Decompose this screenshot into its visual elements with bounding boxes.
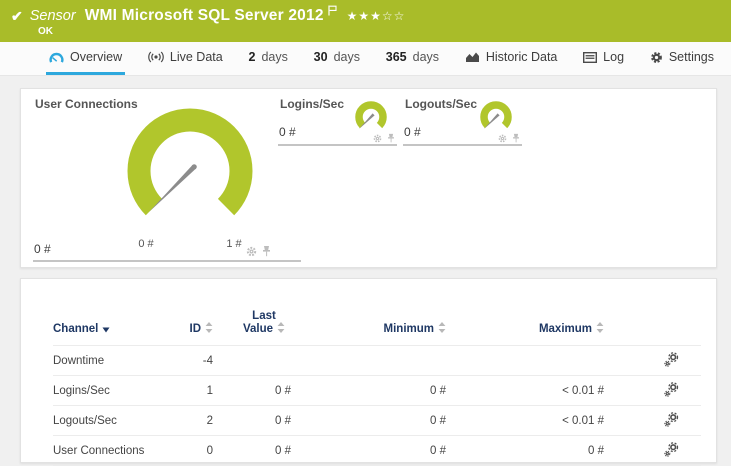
tab-log[interactable]: Log [580,42,627,75]
cell-last-value: 0 # [213,435,291,466]
cell-id: 0 [183,435,213,466]
table-header-row: Channel ID Last Value Minimum Maximum [53,279,701,346]
column-header-maximum[interactable]: Maximum [446,279,604,346]
gauge-scale-min: 0 # [138,238,154,250]
cell-minimum: 0 # [291,435,446,466]
channel-settings-gears-icon[interactable] [664,381,679,400]
cell-id: 2 [183,405,213,436]
gauge-gear-icon[interactable] [246,246,257,257]
tab-bar: Overview Live Data 2 days 30 days 365 da… [0,42,731,76]
channel-cell-logins[interactable]: Logins/Sec 0 # [278,94,397,146]
rating-stars-empty[interactable]: ☆☆ [382,9,406,23]
tab-365-days-unit: days [412,50,440,64]
table-row[interactable]: Logouts/Sec 2 0 # 0 # < 0.01 # [53,405,701,436]
channel-settings-gears-icon[interactable] [664,411,679,430]
gauge-pin-icon[interactable] [512,133,520,143]
object-kind-label: Sensor [29,8,76,24]
rating-stars-filled[interactable]: ★★★ [347,9,382,23]
tab-365-days[interactable]: 365 days [383,42,442,75]
cell-minimum: 0 # [291,405,446,436]
user-connections-gauge [127,108,253,216]
channel-cell-logouts[interactable]: Logouts/Sec 0 # [403,94,522,146]
flag-icon[interactable] [328,5,337,16]
sort-icon [205,322,213,336]
tab-settings-label: Settings [668,50,714,64]
cell-last-value: 0 # [213,375,291,406]
tab-2-days[interactable]: 2 days [246,42,291,75]
historic-chart-icon [465,51,480,63]
cell-minimum [291,345,446,376]
sort-icon [277,322,285,336]
cell-maximum: 0 # [446,435,604,466]
cell-last-value: 0 # [213,405,291,436]
gauge-last-value: 0 # [404,125,421,139]
gauge-icon [49,51,64,64]
logins-gauge [355,101,387,129]
tab-historic-data-label: Historic Data [485,50,558,64]
column-header-id[interactable]: ID [183,279,213,346]
tab-log-label: Log [603,50,625,64]
rating-stars[interactable]: ★★★☆☆ [347,9,406,23]
live-signal-icon [148,51,164,63]
cell-channel: User Connections [53,435,183,466]
cell-id: 1 [183,375,213,406]
log-list-icon [583,51,598,63]
channels-table: Channel ID Last Value Minimum Maximum Do… [53,279,701,466]
tab-settings[interactable]: Settings [647,42,717,75]
prtg-sensor-page: { "header": { "kind": "Sensor", "title":… [0,0,731,466]
gauge-pin-icon[interactable] [387,133,395,143]
column-header-minimum[interactable]: Minimum [291,279,446,346]
ok-check-icon: ✔ [11,8,23,24]
cell-id: -4 [183,345,213,376]
gauge-last-value: 0 # [279,125,296,139]
cell-maximum: < 0.01 # [446,375,604,406]
gauge-gear-icon[interactable] [498,134,507,143]
table-row[interactable]: User Connections 0 0 # 0 # 0 # [53,435,701,466]
cell-channel: Downtime [53,345,183,376]
cell-channel: Logouts/Sec [53,405,183,436]
table-row[interactable]: Logins/Sec 1 0 # 0 # < 0.01 # [53,375,701,406]
channel-settings-gears-icon[interactable] [664,351,679,370]
gauge-title: Logins/Sec [280,97,345,111]
logouts-gauge [480,101,512,129]
tab-2-days-unit: days [261,50,288,64]
tab-30-days-unit: days [333,50,360,64]
channel-cell-user-connections[interactable]: User Connections 0 # 1 # 0 # [33,94,301,262]
sort-icon [438,322,446,336]
cell-maximum [446,345,604,376]
tab-30-days[interactable]: 30 days [311,42,363,75]
table-row[interactable]: Downtime -4 [53,345,701,376]
channels-table-panel: Channel ID Last Value Minimum Maximum Do… [20,278,717,466]
tab-overview-label: Overview [70,50,123,64]
sensor-status-header: ✔ Sensor WMI Microsoft SQL Server 2012 ★… [0,0,731,42]
gauge-gear-icon[interactable] [373,134,382,143]
tab-live-data-label: Live Data [169,50,223,64]
sort-desc-icon [102,324,110,336]
gauge-last-value: 0 # [34,242,51,256]
tab-historic-data[interactable]: Historic Data [462,42,561,75]
channel-settings-gears-icon[interactable] [664,441,679,460]
tab-live-data[interactable]: Live Data [145,42,226,75]
tab-2-days-number: 2 [248,50,256,64]
sort-icon [596,322,604,336]
tab-overview[interactable]: Overview [46,42,126,75]
sensor-title: WMI Microsoft SQL Server 2012 [84,7,324,24]
gauges-panel: User Connections 0 # 1 # 0 # Logins/Sec … [20,88,717,268]
column-header-settings [604,279,701,346]
column-header-channel[interactable]: Channel [53,279,183,346]
tab-30-days-number: 30 [313,50,328,64]
column-header-last-value[interactable]: Last Value [213,279,291,346]
cell-last-value [213,345,291,376]
gauge-pin-icon[interactable] [262,245,271,257]
cell-minimum: 0 # [291,375,446,406]
cell-channel: Logins/Sec [53,375,183,406]
settings-gear-icon [650,51,663,64]
tab-365-days-number: 365 [385,50,407,64]
cell-maximum: < 0.01 # [446,405,604,436]
gauge-title: Logouts/Sec [405,97,478,111]
status-badge: OK [38,26,53,37]
